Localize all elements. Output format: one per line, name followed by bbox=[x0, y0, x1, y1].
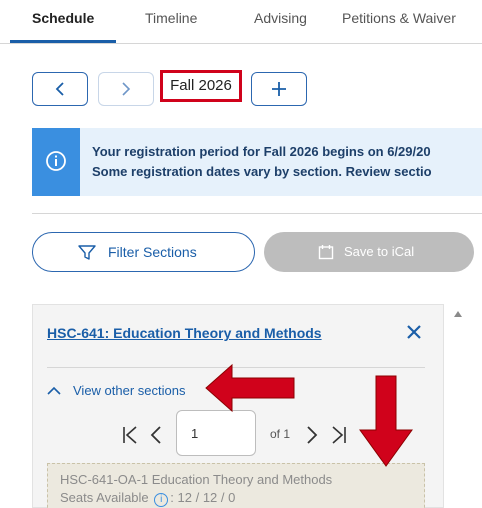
section-card[interactable]: HSC-641-OA-1 Education Theory and Method… bbox=[47, 463, 425, 508]
previous-term-button[interactable] bbox=[32, 72, 88, 106]
seats-available-value: : 12 / 12 / 0 bbox=[170, 490, 236, 505]
first-page-icon[interactable] bbox=[122, 425, 138, 445]
calendar-icon bbox=[318, 245, 334, 260]
last-page-icon[interactable] bbox=[331, 425, 347, 445]
alert-line-2: Some registration dates vary by section.… bbox=[92, 164, 432, 179]
tab-petitions-waivers[interactable]: Petitions & Waiver bbox=[342, 10, 456, 26]
course-title-link[interactable]: HSC-641: Education Theory and Methods bbox=[47, 325, 322, 341]
seats-available-row: Seats Available i: 12 / 12 / 0 bbox=[60, 490, 235, 507]
info-icon bbox=[46, 151, 66, 171]
alert-line-1: Your registration period for Fall 2026 b… bbox=[92, 144, 431, 159]
chevron-left-icon bbox=[55, 82, 64, 96]
next-page-icon[interactable] bbox=[306, 425, 318, 445]
alert-message: Your registration period for Fall 2026 b… bbox=[92, 142, 432, 182]
page-of-label: of 1 bbox=[270, 427, 291, 441]
annotation-arrow-down-icon bbox=[359, 375, 413, 467]
filter-funnel-icon bbox=[78, 245, 96, 260]
active-tab-indicator bbox=[10, 40, 116, 43]
tab-timeline[interactable]: Timeline bbox=[145, 10, 197, 26]
save-to-ical-button[interactable]: Save to iCal bbox=[264, 232, 474, 272]
close-icon[interactable] bbox=[405, 323, 423, 341]
tab-advising[interactable]: Advising bbox=[254, 10, 307, 26]
chevron-right-icon bbox=[122, 82, 131, 96]
info-icon[interactable]: i bbox=[154, 493, 169, 507]
tab-bar: Schedule Timeline Advising Petitions & W… bbox=[0, 0, 482, 44]
chevron-up-icon bbox=[47, 386, 61, 395]
alert-icon-bar bbox=[32, 128, 80, 196]
save-to-ical-label: Save to iCal bbox=[344, 244, 415, 259]
page-number-input[interactable] bbox=[176, 410, 256, 456]
view-other-sections-label: View other sections bbox=[73, 383, 186, 398]
section-title: HSC-641-OA-1 Education Theory and Method… bbox=[60, 472, 333, 487]
seats-available-label: Seats Available bbox=[60, 490, 149, 505]
annotation-arrow-left-icon bbox=[205, 363, 295, 413]
filter-sections-label: Filter Sections bbox=[108, 244, 197, 260]
registration-alert: Your registration period for Fall 2026 b… bbox=[32, 128, 482, 196]
tab-schedule[interactable]: Schedule bbox=[32, 10, 94, 26]
next-term-button[interactable] bbox=[98, 72, 154, 106]
previous-page-icon[interactable] bbox=[150, 425, 162, 445]
scroll-up-arrow-icon[interactable] bbox=[453, 310, 463, 318]
plus-icon bbox=[272, 82, 286, 96]
add-term-button[interactable] bbox=[251, 72, 307, 106]
current-term-label: Fall 2026 bbox=[160, 70, 242, 102]
filter-sections-button[interactable]: Filter Sections bbox=[32, 232, 255, 272]
section-divider bbox=[32, 213, 482, 214]
